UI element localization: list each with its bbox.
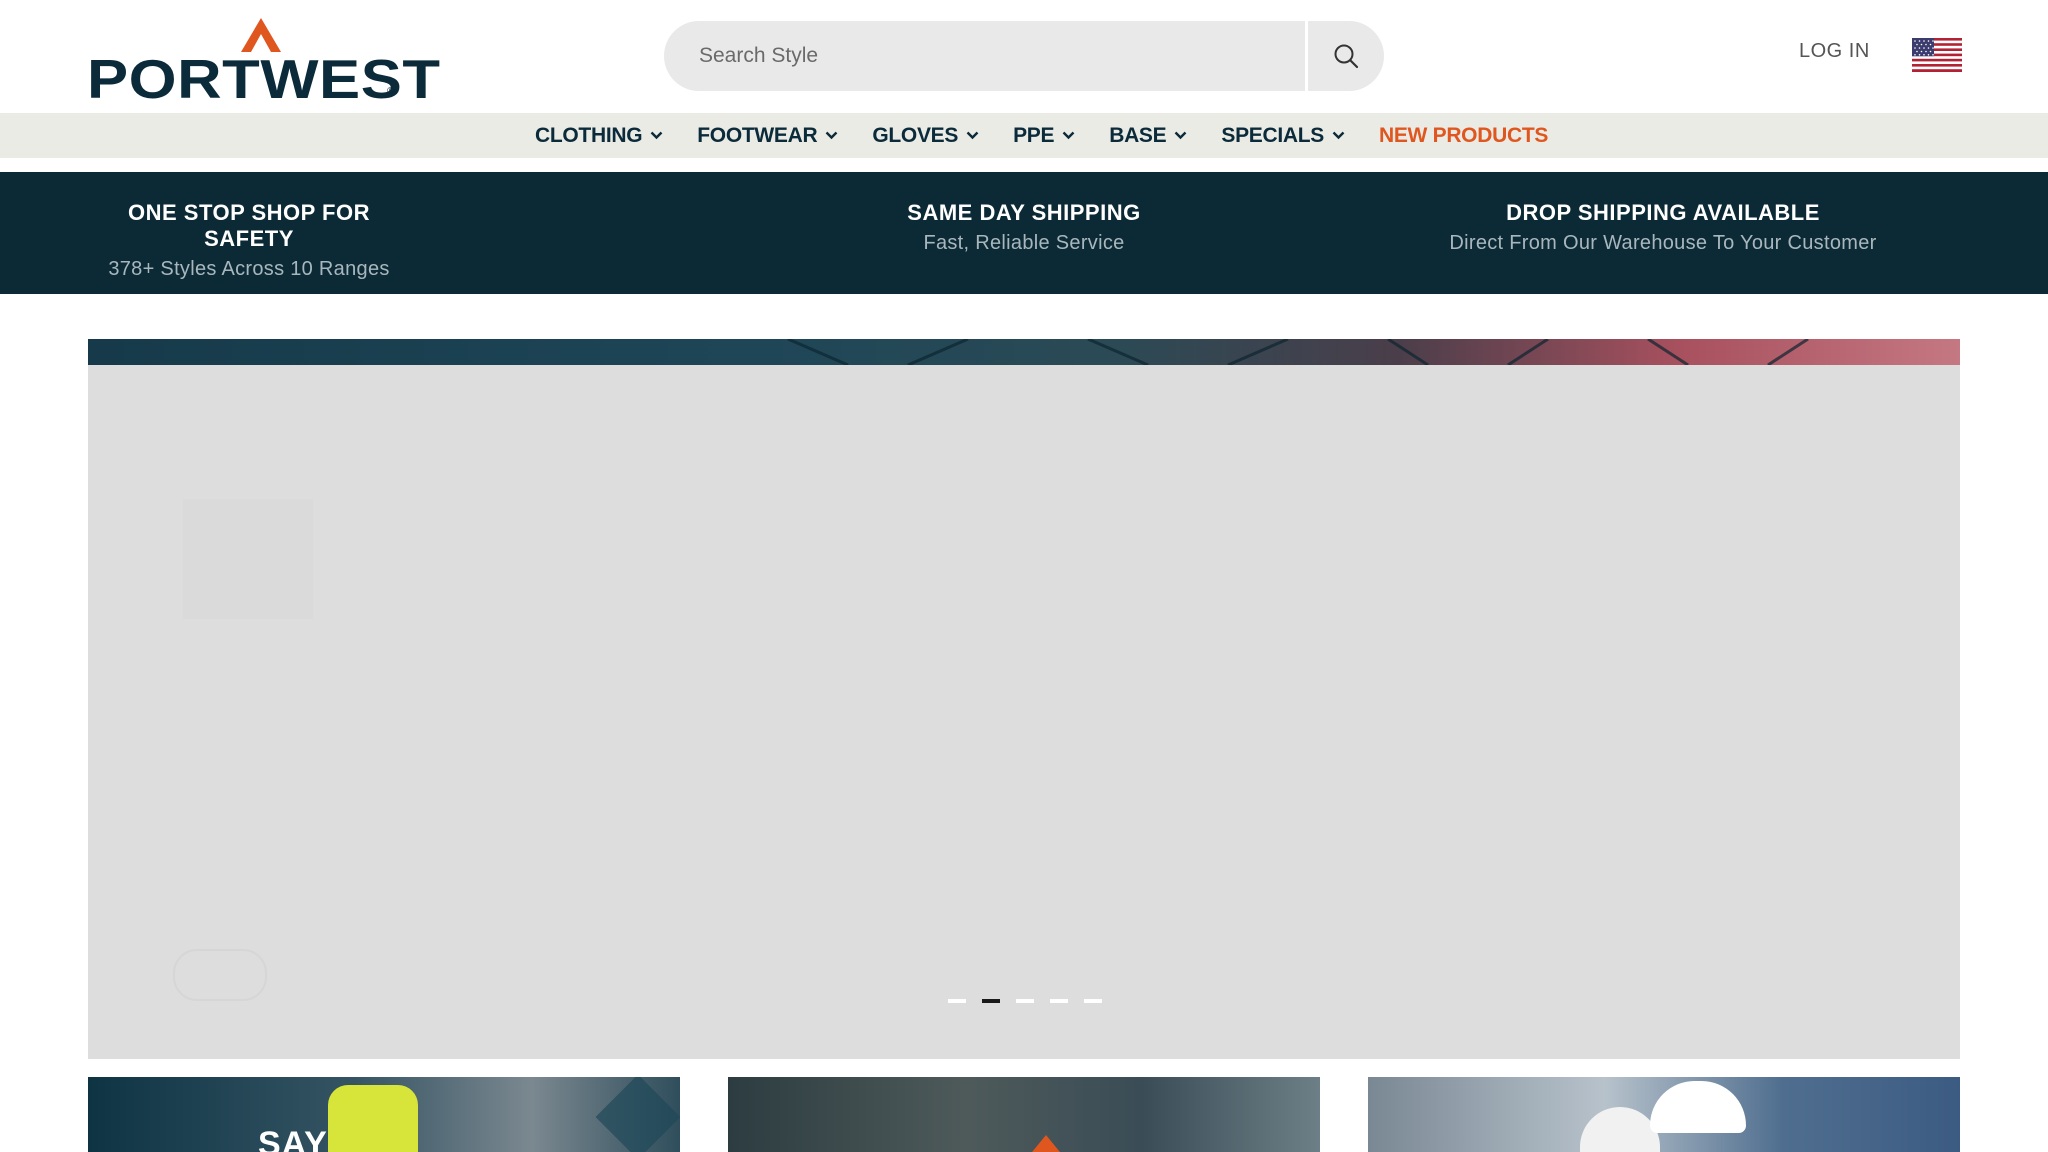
nav-item-label: NEW PRODUCTS [1378, 123, 1549, 147]
usp-subtitle: Fast, Reliable Service [923, 232, 1125, 254]
site-header: PORTWEST ® LOG IN [0, 0, 2048, 113]
nav-item-specials[interactable]: SPECIALS [1221, 124, 1345, 148]
nav-item-label: BASE [1109, 123, 1167, 147]
promo-card-hiviz[interactable]: SAY [88, 1077, 680, 1152]
nav-item-label: GLOVES [872, 123, 959, 147]
carousel-dot[interactable] [1016, 999, 1034, 1003]
helmet-image [1580, 1107, 1660, 1152]
logo-registered-mark: ® [387, 86, 395, 97]
portwest-logo[interactable]: PORTWEST ® [87, 18, 440, 107]
carousel-dot[interactable] [948, 999, 966, 1003]
hero-strip-decoration [787, 339, 1809, 365]
login-link[interactable]: LOG IN [1799, 40, 1870, 63]
carousel-indicators [948, 999, 1118, 1003]
usp-title: DROP SHIPPING AVAILABLE [1506, 200, 1820, 225]
carousel-dot[interactable] [1084, 999, 1102, 1003]
search-bar [664, 21, 1384, 91]
chevron-down-icon [1332, 131, 1345, 140]
promo-card-workwear[interactable] [728, 1077, 1320, 1152]
usp-bar: ONE STOP SHOP FOR SAFETY 378+ Styles Acr… [0, 172, 2048, 294]
chevron-down-icon [826, 131, 838, 140]
search-input[interactable] [664, 21, 1304, 91]
chevron-down-icon [1175, 131, 1187, 140]
carousel-dot[interactable] [1050, 999, 1068, 1003]
chevron-down-icon [650, 131, 663, 140]
nav-item-label: CLOTHING [535, 123, 643, 147]
us-flag-icon[interactable] [1912, 38, 1962, 72]
promo-card-title: SAY [258, 1125, 328, 1152]
usp-title: SAME DAY SHIPPING [907, 200, 1141, 225]
nav-item-gloves[interactable]: GLOVES [872, 124, 979, 148]
chevron-down-icon [966, 131, 979, 140]
usp-subtitle: 378+ Styles Across 10 Ranges [108, 258, 390, 280]
hero-faded-button [173, 949, 267, 1001]
usp-drop-shipping: DROP SHIPPING AVAILABLE Direct From Our … [1428, 200, 1898, 255]
carousel-dot-active[interactable] [982, 999, 1000, 1003]
nav-item-ppe[interactable]: PPE [1013, 124, 1075, 148]
nav-item-label: SPECIALS [1221, 123, 1324, 147]
hero-carousel[interactable] [88, 339, 1960, 1059]
usp-subtitle: Direct From Our Warehouse To Your Custom… [1449, 232, 1877, 254]
hero-faded-logo [183, 499, 313, 619]
chevron-down-icon [1062, 131, 1075, 140]
promo-cards: SAY [0, 1077, 2048, 1152]
usp-same-day-shipping: SAME DAY SHIPPING Fast, Reliable Service [824, 200, 1224, 255]
search-button[interactable] [1308, 21, 1384, 91]
nav-item-base[interactable]: BASE [1109, 124, 1187, 148]
usp-one-stop-shop: ONE STOP SHOP FOR SAFETY 378+ Styles Acr… [88, 200, 410, 281]
main-nav: CLOTHING FOOTWEAR GLOVES PPE BASE SPECIA… [0, 113, 2048, 158]
hiviz-worker-image [328, 1085, 418, 1152]
hero-image-strip [88, 339, 1960, 365]
nav-item-footwear[interactable]: FOOTWEAR [697, 124, 838, 148]
nav-item-clothing[interactable]: CLOTHING [535, 124, 663, 148]
nav-item-label: PPE [1013, 123, 1055, 147]
promo-card-ppe[interactable] [1368, 1077, 1960, 1152]
helmet-image [1650, 1081, 1746, 1133]
search-icon [1334, 44, 1359, 69]
usp-title: ONE STOP SHOP FOR SAFETY [127, 200, 370, 251]
logo-wordmark: PORTWEST [87, 48, 441, 110]
nav-item-new-products[interactable]: NEW PRODUCTS [1379, 124, 1548, 148]
nav-item-label: FOOTWEAR [697, 123, 818, 147]
diamond-decoration [595, 1077, 680, 1152]
main-nav-items: CLOTHING FOOTWEAR GLOVES PPE BASE SPECIA… [535, 113, 1582, 158]
orange-chevron-icon [1028, 1135, 1064, 1152]
